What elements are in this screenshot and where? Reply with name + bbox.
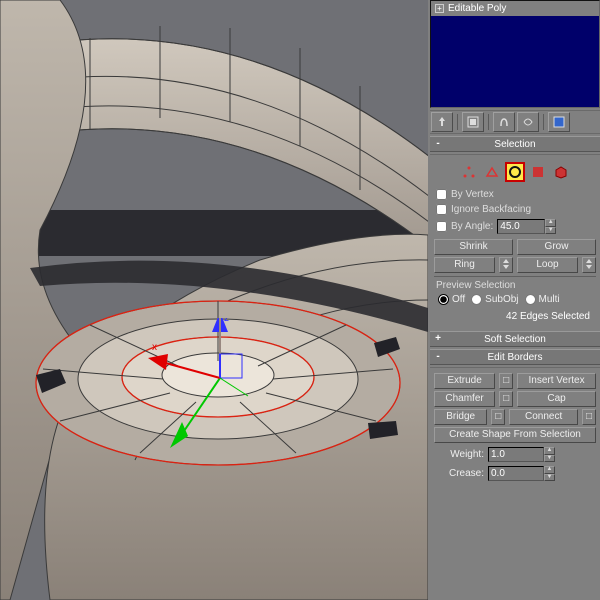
vertex-icon[interactable] [459,162,479,182]
element-icon[interactable] [551,162,571,182]
spin-up-icon[interactable]: ▲ [544,447,555,455]
collapse-icon: - [433,139,443,149]
crease-label: Crease: [436,468,484,479]
weight-spinner[interactable]: ▲▼ [488,447,555,462]
preview-radios: Off SubObj Multi [434,293,596,308]
make-unique-icon[interactable] [493,112,515,132]
spin-down-icon[interactable]: ▼ [545,227,556,235]
stack-toolbar [430,110,600,134]
crease-spinner[interactable]: ▲▼ [488,466,555,481]
connect-settings-button[interactable]: □ [582,409,596,425]
rollout-title: Soft Selection [484,334,546,345]
loop-spinner[interactable] [582,257,596,273]
edge-icon[interactable] [482,162,502,182]
chamfer-button[interactable]: Chamfer [434,391,495,407]
spin-up-icon[interactable]: ▲ [544,466,555,474]
extrude-settings-button[interactable]: □ [499,373,513,389]
polygon-icon[interactable] [528,162,548,182]
remove-modifier-icon[interactable] [517,112,539,132]
ignore-backfacing-label: Ignore Backfacing [451,204,531,215]
create-shape-button[interactable]: Create Shape From Selection [434,427,596,443]
weight-label: Weight: [436,449,484,460]
pin-stack-icon[interactable] [431,112,453,132]
by-vertex-label: By Vertex [451,189,494,200]
rollout-body-edit-borders: Extrude □ Insert Vertex Chamfer □ Cap Br… [430,367,600,488]
modifier-stack[interactable]: + Editable Poly [430,0,600,108]
shrink-button[interactable]: Shrink [434,239,513,255]
chamfer-settings-button[interactable]: □ [499,391,513,407]
configure-sets-icon[interactable] [548,112,570,132]
selection-status: 42 Edges Selected [434,308,596,324]
preview-off-radio[interactable]: Off [438,294,465,305]
insert-vertex-button[interactable]: Insert Vertex [517,373,596,389]
bridge-settings-button[interactable]: □ [491,409,505,425]
loop-button[interactable]: Loop [517,257,578,273]
grow-button[interactable]: Grow [517,239,596,255]
show-end-result-icon[interactable] [462,112,484,132]
spin-down-icon[interactable]: ▼ [544,474,555,482]
expand-icon: + [433,334,443,344]
by-vertex-checkbox[interactable]: By Vertex [434,188,596,203]
rollout-body-selection: By Vertex Ignore Backfacing By Angle: ▲▼… [430,154,600,329]
spin-down-icon[interactable]: ▼ [544,455,555,463]
ignore-backfacing-checkbox[interactable]: Ignore Backfacing [434,203,596,218]
spin-up-icon[interactable]: ▲ [545,219,556,227]
weight-input[interactable] [488,447,544,462]
angle-spinner[interactable]: ▲▼ [497,219,556,234]
modifier-item-editable-poly[interactable]: + Editable Poly [431,1,599,16]
bridge-button[interactable]: Bridge [434,409,487,425]
rollout-title: Selection [494,139,535,150]
rollout-title: Edit Borders [487,352,542,363]
preview-subobj-radio[interactable]: SubObj [471,294,518,305]
viewport[interactable]: x z [0,0,428,600]
expand-icon[interactable]: + [435,4,444,13]
collapse-icon: - [433,352,443,362]
rollout-header-selection[interactable]: - Selection [430,136,600,152]
by-angle-checkbox[interactable]: By Angle: [436,221,493,232]
preview-selection-label: Preview Selection [434,279,596,293]
connect-button[interactable]: Connect [509,409,578,425]
rollout-header-soft-selection[interactable]: + Soft Selection [430,331,600,347]
angle-input[interactable] [497,219,545,234]
extrude-button[interactable]: Extrude [434,373,495,389]
border-icon[interactable] [505,162,525,182]
command-panel: + Editable Poly - Selection [428,0,600,600]
ring-button[interactable]: Ring [434,257,495,273]
cap-button[interactable]: Cap [517,391,596,407]
subobject-icons [434,158,596,188]
ring-spinner[interactable] [499,257,513,273]
preview-multi-radio[interactable]: Multi [525,294,560,305]
modifier-label: Editable Poly [448,3,506,14]
crease-input[interactable] [488,466,544,481]
by-angle-label: By Angle: [451,221,493,232]
rollout-header-edit-borders[interactable]: - Edit Borders [430,349,600,365]
